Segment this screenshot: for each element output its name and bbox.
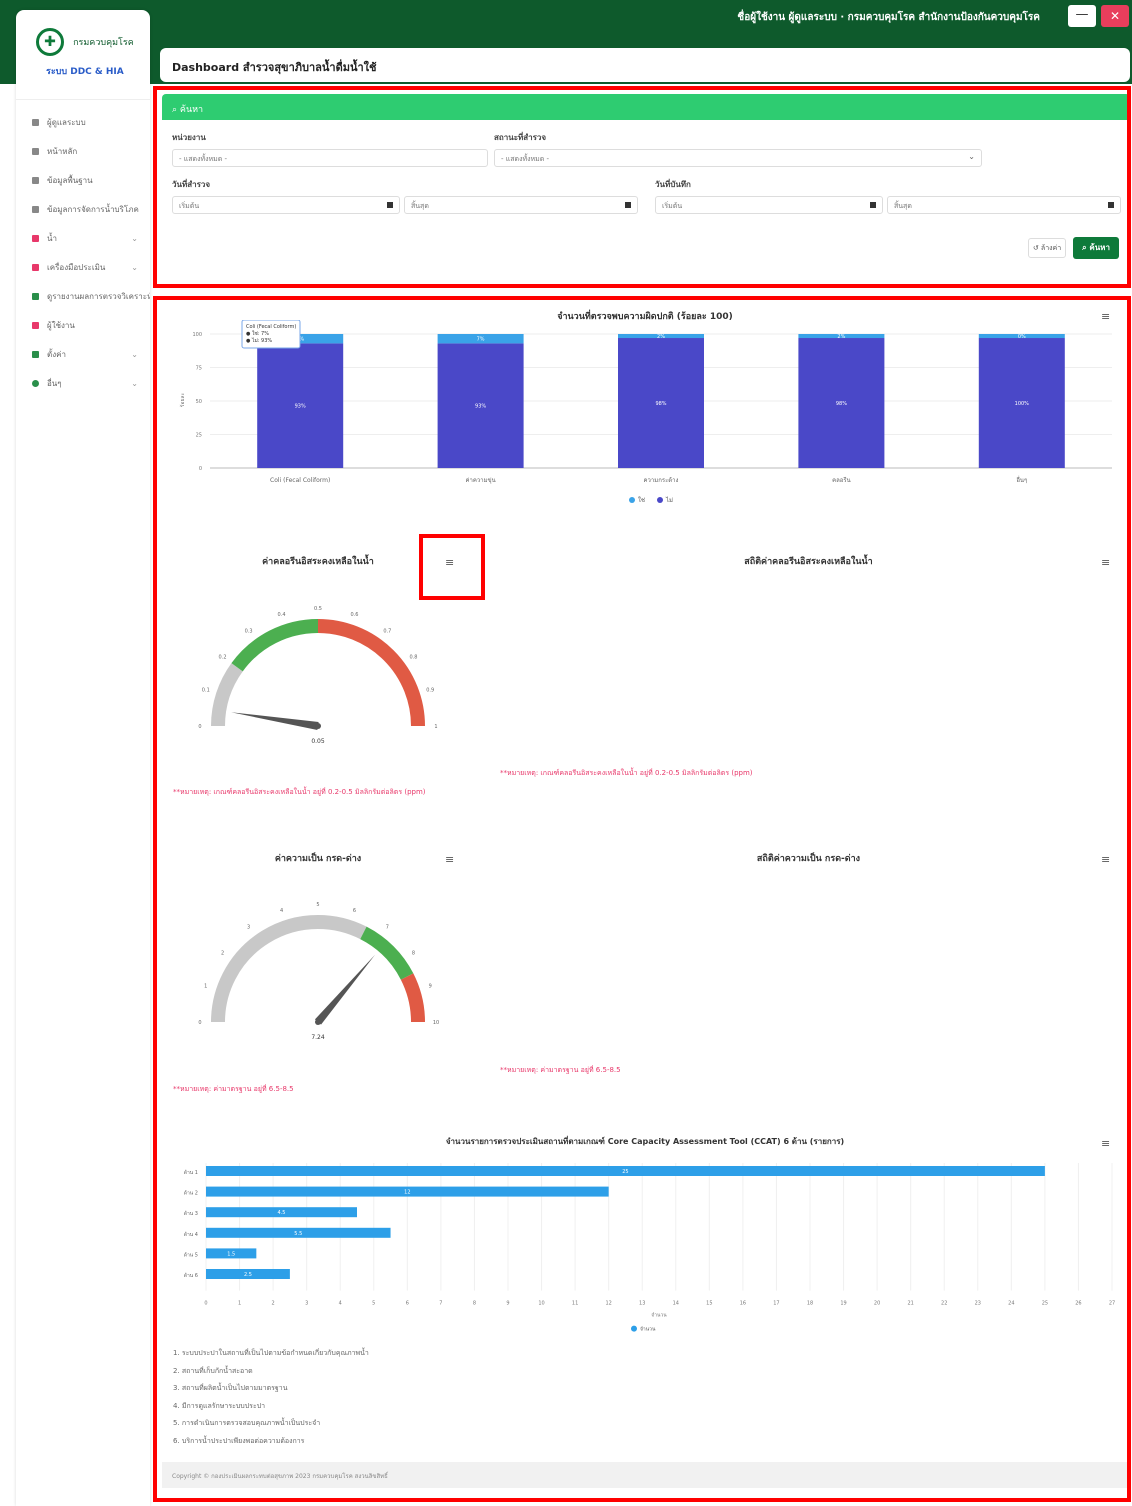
minimize-button[interactable]: — (1068, 5, 1096, 27)
chevron-down-icon: ⌄ (131, 234, 138, 243)
sidebar-item-water[interactable]: น้ำ ⌄ (16, 224, 150, 253)
logo[interactable]: ✚ กรมควบคุมโรค ระบบ DDC & HIA (16, 10, 150, 100)
user-icon (32, 119, 39, 126)
chevron-down-icon: ⌄ (131, 379, 138, 388)
tool-icon (32, 264, 39, 271)
users-icon (32, 322, 39, 329)
home-icon (32, 148, 39, 155)
sidebar-item-home[interactable]: หน้าหลัก (16, 137, 150, 166)
sidebar-item-label: เครื่องมือประเมิน (47, 263, 106, 272)
chevron-down-icon: ⌄ (131, 263, 138, 272)
sidebar-item-label: ผู้ใช้งาน (47, 321, 75, 330)
sidebar-item-water-management[interactable]: ข้อมูลการจัดการน้ำบริโภค (16, 195, 150, 224)
sidebar: ✚ กรมควบคุมโรค ระบบ DDC & HIA ผู้ดูแลระบ… (16, 10, 150, 1506)
sidebar-item-tools[interactable]: เครื่องมือประเมิน ⌄ (16, 253, 150, 282)
sidebar-menu: ผู้ดูแลระบบ หน้าหลัก ข้อมูลพื้นฐาน ข้อมู… (16, 100, 150, 398)
page-title: Dashboard สำรวจสุขาภิบาลน้ำดื่มน้ำใช้ (160, 48, 1130, 82)
close-button[interactable]: ✕ (1101, 5, 1129, 27)
sidebar-item-label: น้ำ (47, 234, 57, 243)
user-info: ชื่อผู้ใช้งาน ผู้ดูแลระบบ · กรมควบคุมโรค… (737, 12, 1040, 23)
dots-icon (32, 380, 39, 387)
sidebar-item-label: หน้าหลัก (47, 147, 78, 156)
highlight-box (153, 86, 1131, 288)
sidebar-item-label: ตั้งค่า (47, 350, 66, 359)
sidebar-item-label: ข้อมูลการจัดการน้ำบริโภค (47, 205, 139, 214)
list-icon (32, 206, 39, 213)
sidebar-item-admin[interactable]: ผู้ดูแลระบบ (16, 108, 150, 137)
sidebar-item-label: ผู้ดูแลระบบ (47, 118, 86, 127)
org-name: กรมควบคุมโรค (73, 38, 134, 48)
sidebar-item-label: อื่นๆ (47, 379, 62, 388)
sidebar-item-users[interactable]: ผู้ใช้งาน (16, 311, 150, 340)
sidebar-item-other[interactable]: อื่นๆ ⌄ (16, 369, 150, 398)
system-name: ระบบ DDC & HIA (46, 67, 124, 77)
highlight-box (153, 296, 1131, 1502)
sidebar-item-label: ดูรายงานผลการตรวจวิเคราะห์ (47, 292, 150, 301)
ddc-emblem-icon: ✚ (36, 28, 64, 56)
sidebar-item-basic-data[interactable]: ข้อมูลพื้นฐาน (16, 166, 150, 195)
report-icon (32, 293, 39, 300)
gear-icon (32, 351, 39, 358)
droplet-icon (32, 235, 39, 242)
sidebar-item-label: ข้อมูลพื้นฐาน (47, 176, 93, 185)
sidebar-item-report[interactable]: ดูรายงานผลการตรวจวิเคราะห์ (16, 282, 150, 311)
chevron-down-icon: ⌄ (131, 350, 138, 359)
database-icon (32, 177, 39, 184)
sidebar-item-settings[interactable]: ตั้งค่า ⌄ (16, 340, 150, 369)
